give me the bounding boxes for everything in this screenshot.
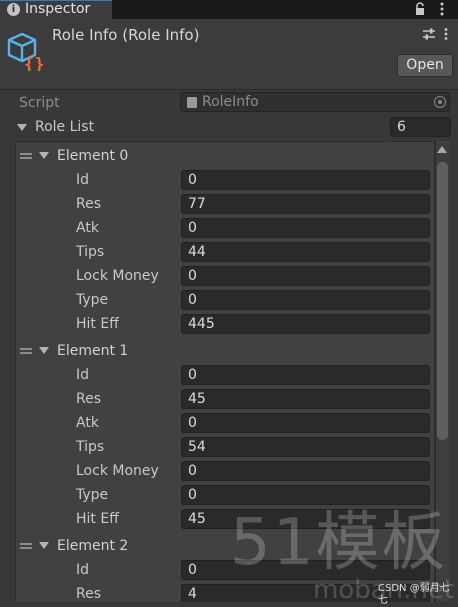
property-row: Hit Eff 445 [16, 312, 434, 336]
kebab-menu-icon[interactable] [436, 1, 448, 17]
property-label: Hit Eff [76, 511, 119, 527]
element-foldout-icon[interactable] [39, 542, 49, 549]
role-list-foldout-icon[interactable] [17, 124, 27, 131]
svg-text:{}: {} [24, 55, 44, 71]
property-row: Id 0 [16, 168, 434, 192]
property-value-field[interactable]: 445 [181, 314, 430, 334]
property-value-field[interactable]: 45 [181, 389, 430, 409]
property-label: Type [76, 292, 109, 308]
property-row: Res 45 [16, 387, 434, 411]
role-list-size-field[interactable]: 6 [390, 117, 451, 137]
property-label: Tips [76, 439, 105, 455]
property-value-field[interactable]: 44 [181, 242, 430, 262]
role-list-label: Role List [35, 119, 95, 135]
property-value-field[interactable]: 0 [181, 485, 430, 505]
property-label: Atk [76, 220, 99, 236]
property-value-field[interactable]: 0 [181, 218, 430, 238]
property-row: Lock Money 0 [16, 264, 434, 288]
property-label: Lock Money [76, 463, 159, 479]
property-label: Atk [76, 415, 99, 431]
script-cube-icon: {} [7, 32, 44, 71]
script-object-field[interactable]: RoleInfo [180, 92, 450, 112]
element-label: Element 2 [57, 538, 129, 554]
property-row: Type 0 [16, 483, 434, 507]
property-label: Hit Eff [76, 316, 119, 332]
scroll-up-arrow-icon[interactable] [437, 146, 447, 153]
list-element-header[interactable]: Element 1 [16, 339, 434, 363]
property-row: Type 0 [16, 288, 434, 312]
inspector-header: {} Role Info (Role Info) Open [0, 19, 458, 90]
property-row: Tips 44 [16, 240, 434, 264]
property-label: Id [76, 172, 90, 188]
property-label: Id [76, 367, 90, 383]
info-icon: i [7, 3, 20, 16]
element-label: Element 1 [57, 343, 129, 359]
tab-inspector[interactable]: i Inspector [0, 0, 112, 19]
property-row: Atk 0 [16, 411, 434, 435]
tab-label: Inspector [25, 1, 91, 17]
property-label: Res [76, 196, 102, 212]
script-file-icon [187, 97, 197, 108]
property-label: Res [76, 391, 102, 407]
script-label: Script [19, 95, 60, 111]
property-row: Res 77 [16, 192, 434, 216]
list-element-header[interactable]: Element 0 [16, 144, 434, 168]
open-button[interactable]: Open [397, 54, 453, 77]
property-label: Res [76, 586, 102, 602]
property-row: Atk 0 [16, 216, 434, 240]
drag-handle-icon[interactable] [20, 543, 32, 549]
component-title: Role Info (Role Info) [52, 26, 200, 44]
scrollbar-thumb[interactable] [437, 162, 448, 440]
property-label: Lock Money [76, 268, 159, 284]
property-value-field[interactable]: 0 [181, 461, 430, 481]
property-value-field[interactable]: 0 [181, 413, 430, 433]
settings-sliders-icon[interactable] [422, 27, 436, 41]
property-value-field[interactable]: 54 [181, 437, 430, 457]
element-label: Element 0 [57, 148, 129, 164]
property-value-field[interactable]: 0 [181, 266, 430, 286]
property-label: Type [76, 487, 109, 503]
drag-handle-icon[interactable] [20, 153, 32, 159]
property-label: Id [76, 562, 90, 578]
object-picker-icon[interactable] [434, 96, 446, 108]
property-value-field[interactable]: 77 [181, 194, 430, 214]
property-row: Tips 54 [16, 435, 434, 459]
lock-icon[interactable] [412, 1, 428, 17]
watermark-logo: 51模板 [230, 506, 448, 580]
element-foldout-icon[interactable] [39, 347, 49, 354]
property-value-field[interactable]: 0 [181, 170, 430, 190]
element-foldout-icon[interactable] [39, 152, 49, 159]
property-row: Lock Money 0 [16, 459, 434, 483]
property-value-field[interactable]: 0 [181, 365, 430, 385]
drag-handle-icon[interactable] [20, 348, 32, 354]
property-value-field[interactable]: 0 [181, 290, 430, 310]
watermark-credit: CSDN @弱月七七 [378, 583, 450, 606]
component-menu-icon[interactable] [441, 27, 451, 41]
property-row: Id 0 [16, 363, 434, 387]
script-value: RoleInfo [202, 94, 259, 110]
property-label: Tips [76, 244, 105, 260]
